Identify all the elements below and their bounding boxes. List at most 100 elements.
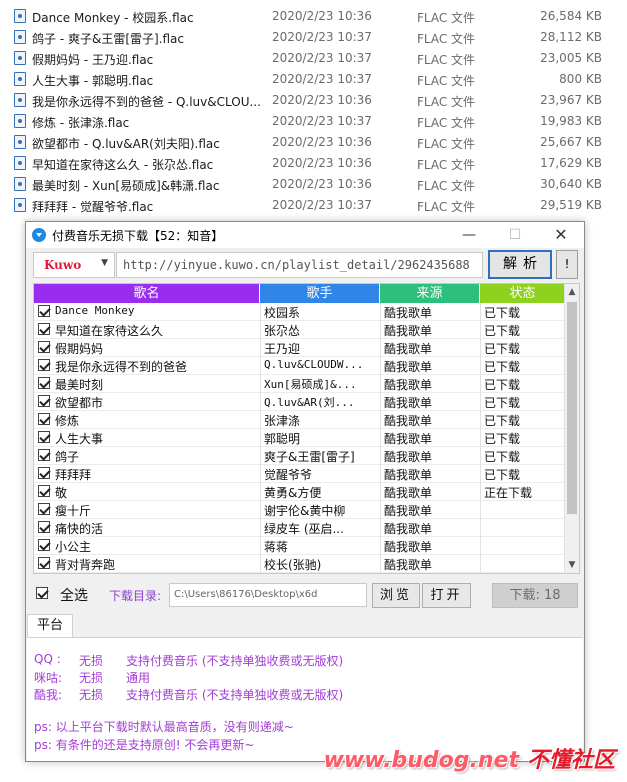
table-row[interactable]: Dance Monkey 校园系 酷我歌单 已下载: [34, 303, 565, 321]
table-row[interactable]: 鸽子 爽子&王雷[雷子] 酷我歌单 已下载: [34, 447, 565, 465]
table-row[interactable]: 早知道在家待这么久 张尕怂 酷我歌单 已下载: [34, 321, 565, 339]
column-divider: [480, 339, 481, 357]
download-dir-input[interactable]: C:\Users\86176\Desktop\x6d: [169, 583, 367, 607]
row-checkbox-checked-icon[interactable]: [38, 431, 50, 443]
title-bar[interactable]: 付费音乐无损下载【52：知音】 — ☐ ✕: [26, 222, 584, 248]
column-divider: [480, 465, 481, 483]
table-row[interactable]: 最美时刻 Xun[易硕成]&... 酷我歌单 已下载: [34, 375, 565, 393]
song-source: 酷我歌单: [384, 558, 433, 572]
file-type: FLAC 文件: [417, 179, 476, 193]
file-row[interactable]: 假期妈妈 - 王乃迎.flac 2020/2/23 10:37 FLAC 文件 23,…: [0, 48, 627, 69]
table-row[interactable]: 瘦十斤 谢宇伦&黄中柳 酷我歌单: [34, 501, 565, 519]
file-row[interactable]: 我是你永远得不到的爸爸 - Q.luv&CLOU... 2020/2/23 10:…: [0, 90, 627, 111]
column-header-artist[interactable]: 歌手: [260, 284, 379, 303]
table-row[interactable]: 人生大事 郭聪明 酷我歌单 已下载: [34, 429, 565, 447]
row-checkbox-checked-icon[interactable]: [38, 395, 50, 407]
row-checkbox-checked-icon[interactable]: [38, 449, 50, 461]
song-artist: 校园系: [264, 306, 301, 320]
ps-note-support: ps: 有条件的还是支持原创! 不会再更新~: [34, 738, 255, 752]
song-status: 已下载: [484, 450, 521, 464]
file-row[interactable]: 早知道在家待这么久 - 张尕怂.flac 2020/2/23 10:36 FLAC …: [0, 153, 627, 174]
source-select[interactable]: Kuwo ▼: [33, 252, 115, 278]
table-row[interactable]: 背对背奔跑 校长(张驰) 酷我歌单: [34, 555, 565, 573]
minimize-button[interactable]: —: [446, 222, 492, 248]
file-type: FLAC 文件: [417, 11, 476, 25]
source-select-value: Kuwo: [44, 258, 82, 272]
file-name: 我是你永远得不到的爸爸 - Q.luv&CLOU...: [32, 95, 261, 109]
table-row[interactable]: 我是你永远得不到的爸爸 Q.luv&CLOUDW... 酷我歌单 已下载: [34, 357, 565, 375]
column-header-status[interactable]: 状态: [480, 284, 565, 303]
window-title: 付费音乐无损下载【52：知音】: [52, 229, 224, 243]
audio-file-icon: [14, 51, 26, 65]
playlist-url-input[interactable]: http://yinyue.kuwo.cn/playlist_detail/29…: [116, 252, 483, 278]
table-row[interactable]: 敬 黄勇&方便 酷我歌单 正在下载: [34, 483, 565, 501]
song-name: 欲望都市: [55, 396, 104, 410]
row-checkbox-checked-icon[interactable]: [38, 521, 50, 533]
file-row[interactable]: Dance Monkey - 校园系.flac 2020/2/23 10:36 FL…: [0, 6, 627, 27]
scroll-thumb[interactable]: [567, 302, 577, 514]
column-divider: [380, 303, 381, 321]
column-header-name[interactable]: 歌名: [34, 284, 259, 303]
table-row[interactable]: 拜拜拜 觉醒爷爷 酷我歌单 已下载: [34, 465, 565, 483]
song-source: 酷我歌单: [384, 486, 433, 500]
song-name: 修炼: [55, 414, 80, 428]
column-header-source[interactable]: 来源: [380, 284, 479, 303]
column-divider: [260, 303, 261, 321]
column-divider: [380, 465, 381, 483]
row-checkbox-checked-icon[interactable]: [38, 413, 50, 425]
row-checkbox-checked-icon[interactable]: [38, 557, 50, 569]
file-row[interactable]: 欲望都市 - Q.luv&AR(刘夫阳).flac 2020/2/23 10:36…: [0, 132, 627, 153]
row-checkbox-checked-icon[interactable]: [38, 377, 50, 389]
watermark: www.budog.net 不懂社区: [324, 742, 615, 774]
table-row[interactable]: 欲望都市 Q.luv&AR(刘... 酷我歌单 已下载: [34, 393, 565, 411]
row-checkbox-checked-icon[interactable]: [38, 467, 50, 479]
table-row[interactable]: 假期妈妈 王乃迎 酷我歌单 已下载: [34, 339, 565, 357]
file-row[interactable]: 修炼 - 张津涤.flac 2020/2/23 10:37 FLAC 文件 19,98…: [0, 111, 627, 132]
file-size: 26,584 KB: [540, 9, 602, 23]
table-row[interactable]: 痛快的活 绿皮车 (巫启... 酷我歌单: [34, 519, 565, 537]
row-checkbox-checked-icon[interactable]: [38, 305, 50, 317]
select-all-checkbox[interactable]: 全选: [36, 585, 96, 605]
table-header: 歌名 歌手 来源 状态: [34, 284, 565, 303]
close-button[interactable]: ✕: [538, 222, 584, 248]
browse-button[interactable]: 浏览: [372, 583, 420, 608]
file-type: FLAC 文件: [417, 137, 476, 151]
scroll-up-icon[interactable]: ▲: [565, 284, 579, 300]
row-checkbox-checked-icon[interactable]: [38, 485, 50, 497]
row-checkbox-checked-icon[interactable]: [38, 341, 50, 353]
open-folder-button[interactable]: 打开: [422, 583, 471, 608]
song-name: 鸽子: [55, 450, 80, 464]
file-date: 2020/2/23 10:36: [272, 156, 372, 170]
file-row[interactable]: 人生大事 - 郭聪明.flac 2020/2/23 10:37 FLAC 文件 800…: [0, 69, 627, 90]
platform-quality: 无损: [79, 654, 104, 668]
file-row[interactable]: 拜拜拜 - 觉醒爷爷.flac 2020/2/23 10:37 FLAC 文件 29,…: [0, 195, 627, 216]
tab-platform[interactable]: 平台: [27, 614, 73, 638]
column-divider: [380, 411, 381, 429]
scroll-down-icon[interactable]: ▼: [565, 557, 579, 573]
row-checkbox-checked-icon[interactable]: [38, 539, 50, 551]
audio-file-icon: [14, 114, 26, 128]
checkbox-checked-icon[interactable]: [36, 587, 48, 599]
song-artist: Q.luv&AR(刘...: [264, 396, 355, 409]
parse-button[interactable]: 解析: [488, 250, 552, 279]
download-button[interactable]: 下载: 18: [492, 583, 578, 608]
row-checkbox-checked-icon[interactable]: [38, 323, 50, 335]
file-type: FLAC 文件: [417, 53, 476, 67]
maximize-button[interactable]: ☐: [492, 222, 538, 248]
row-checkbox-checked-icon[interactable]: [38, 503, 50, 515]
column-divider: [380, 483, 381, 501]
song-status: 已下载: [484, 306, 521, 320]
table-row[interactable]: 小公主 蒋蒋 酷我歌单: [34, 537, 565, 555]
file-row[interactable]: 最美时刻 - Xun[易硕成]&韩潇.flac 2020/2/23 10:36 FL…: [0, 174, 627, 195]
file-type: FLAC 文件: [417, 116, 476, 130]
file-row[interactable]: 鸽子 - 爽子&王雷[雷子].flac 2020/2/23 10:37 FLAC 文…: [0, 27, 627, 48]
table-row[interactable]: 修炼 张津涤 酷我歌单 已下载: [34, 411, 565, 429]
song-source: 酷我歌单: [384, 432, 433, 446]
file-type: FLAC 文件: [417, 200, 476, 214]
platform-note: 通用: [126, 671, 151, 685]
vertical-scrollbar[interactable]: ▲ ▼: [564, 284, 579, 573]
platform-note: 支持付费音乐 (不支持单独收费或无版权): [126, 688, 344, 702]
info-button[interactable]: !: [556, 250, 578, 279]
row-checkbox-checked-icon[interactable]: [38, 359, 50, 371]
column-divider: [480, 429, 481, 447]
